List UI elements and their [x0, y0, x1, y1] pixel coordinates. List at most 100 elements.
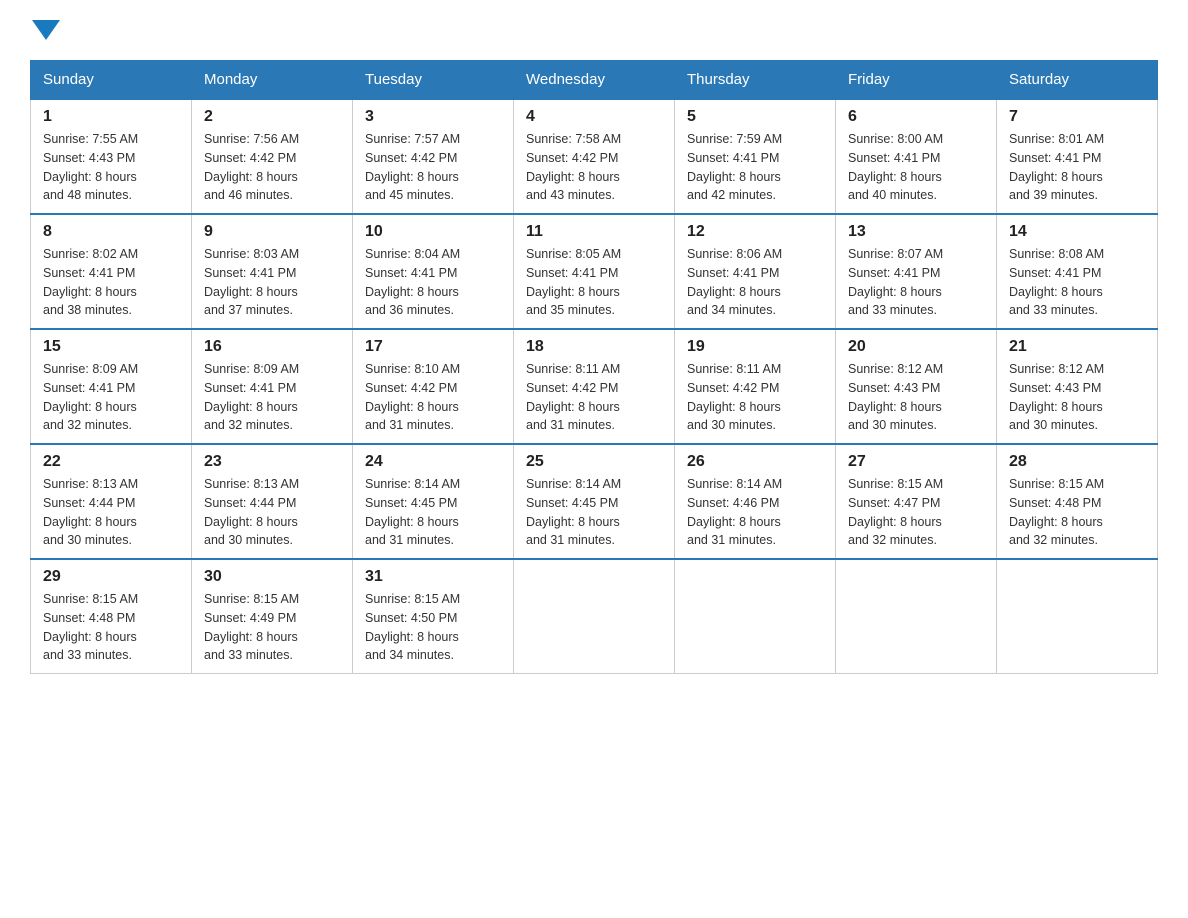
day-info: Sunrise: 8:09 AMSunset: 4:41 PMDaylight:…: [43, 362, 138, 432]
day-number: 22: [43, 453, 179, 471]
header-wednesday: Wednesday: [514, 61, 675, 100]
logo: [30, 20, 62, 40]
day-info: Sunrise: 8:14 AMSunset: 4:45 PMDaylight:…: [365, 477, 460, 547]
day-number: 30: [204, 568, 340, 586]
page-header: [30, 20, 1158, 40]
day-info: Sunrise: 8:15 AMSunset: 4:47 PMDaylight:…: [848, 477, 943, 547]
day-info: Sunrise: 8:14 AMSunset: 4:46 PMDaylight:…: [687, 477, 782, 547]
calendar-cell: 19 Sunrise: 8:11 AMSunset: 4:42 PMDaylig…: [675, 329, 836, 444]
calendar-cell: 12 Sunrise: 8:06 AMSunset: 4:41 PMDaylig…: [675, 214, 836, 329]
day-number: 18: [526, 338, 662, 356]
day-info: Sunrise: 7:57 AMSunset: 4:42 PMDaylight:…: [365, 132, 460, 202]
day-info: Sunrise: 8:00 AMSunset: 4:41 PMDaylight:…: [848, 132, 943, 202]
day-info: Sunrise: 8:11 AMSunset: 4:42 PMDaylight:…: [526, 362, 620, 432]
calendar-cell: 17 Sunrise: 8:10 AMSunset: 4:42 PMDaylig…: [353, 329, 514, 444]
day-number: 7: [1009, 108, 1145, 126]
calendar-cell: 11 Sunrise: 8:05 AMSunset: 4:41 PMDaylig…: [514, 214, 675, 329]
calendar-cell: 23 Sunrise: 8:13 AMSunset: 4:44 PMDaylig…: [192, 444, 353, 559]
day-number: 5: [687, 108, 823, 126]
day-info: Sunrise: 8:11 AMSunset: 4:42 PMDaylight:…: [687, 362, 781, 432]
day-number: 17: [365, 338, 501, 356]
calendar-cell: 29 Sunrise: 8:15 AMSunset: 4:48 PMDaylig…: [31, 559, 192, 674]
day-info: Sunrise: 8:01 AMSunset: 4:41 PMDaylight:…: [1009, 132, 1104, 202]
day-number: 25: [526, 453, 662, 471]
week-row-4: 29 Sunrise: 8:15 AMSunset: 4:48 PMDaylig…: [31, 559, 1158, 674]
calendar-cell: 31 Sunrise: 8:15 AMSunset: 4:50 PMDaylig…: [353, 559, 514, 674]
calendar-cell: 6 Sunrise: 8:00 AMSunset: 4:41 PMDayligh…: [836, 99, 997, 214]
day-number: 9: [204, 223, 340, 241]
calendar-cell: 1 Sunrise: 7:55 AMSunset: 4:43 PMDayligh…: [31, 99, 192, 214]
day-number: 28: [1009, 453, 1145, 471]
calendar-table: Sunday Monday Tuesday Wednesday Thursday…: [30, 60, 1158, 674]
day-number: 3: [365, 108, 501, 126]
header-friday: Friday: [836, 61, 997, 100]
day-number: 13: [848, 223, 984, 241]
day-number: 20: [848, 338, 984, 356]
day-info: Sunrise: 8:06 AMSunset: 4:41 PMDaylight:…: [687, 247, 782, 317]
day-number: 10: [365, 223, 501, 241]
calendar-cell: 26 Sunrise: 8:14 AMSunset: 4:46 PMDaylig…: [675, 444, 836, 559]
day-info: Sunrise: 8:10 AMSunset: 4:42 PMDaylight:…: [365, 362, 460, 432]
calendar-cell: 10 Sunrise: 8:04 AMSunset: 4:41 PMDaylig…: [353, 214, 514, 329]
day-number: 19: [687, 338, 823, 356]
calendar-cell: 9 Sunrise: 8:03 AMSunset: 4:41 PMDayligh…: [192, 214, 353, 329]
day-number: 21: [1009, 338, 1145, 356]
calendar-cell: 3 Sunrise: 7:57 AMSunset: 4:42 PMDayligh…: [353, 99, 514, 214]
day-number: 8: [43, 223, 179, 241]
calendar-cell: 16 Sunrise: 8:09 AMSunset: 4:41 PMDaylig…: [192, 329, 353, 444]
calendar-cell: 13 Sunrise: 8:07 AMSunset: 4:41 PMDaylig…: [836, 214, 997, 329]
day-info: Sunrise: 8:13 AMSunset: 4:44 PMDaylight:…: [204, 477, 299, 547]
week-row-1: 8 Sunrise: 8:02 AMSunset: 4:41 PMDayligh…: [31, 214, 1158, 329]
day-info: Sunrise: 7:55 AMSunset: 4:43 PMDaylight:…: [43, 132, 138, 202]
day-info: Sunrise: 8:15 AMSunset: 4:49 PMDaylight:…: [204, 592, 299, 662]
day-info: Sunrise: 8:04 AMSunset: 4:41 PMDaylight:…: [365, 247, 460, 317]
day-number: 29: [43, 568, 179, 586]
day-info: Sunrise: 8:13 AMSunset: 4:44 PMDaylight:…: [43, 477, 138, 547]
day-number: 11: [526, 223, 662, 241]
day-info: Sunrise: 8:15 AMSunset: 4:50 PMDaylight:…: [365, 592, 460, 662]
day-number: 16: [204, 338, 340, 356]
calendar-cell: [997, 559, 1158, 674]
calendar-cell: [836, 559, 997, 674]
header-sunday: Sunday: [31, 61, 192, 100]
day-number: 12: [687, 223, 823, 241]
calendar-cell: 14 Sunrise: 8:08 AMSunset: 4:41 PMDaylig…: [997, 214, 1158, 329]
week-row-3: 22 Sunrise: 8:13 AMSunset: 4:44 PMDaylig…: [31, 444, 1158, 559]
day-number: 14: [1009, 223, 1145, 241]
calendar-header: Sunday Monday Tuesday Wednesday Thursday…: [31, 61, 1158, 100]
header-row: Sunday Monday Tuesday Wednesday Thursday…: [31, 61, 1158, 100]
day-number: 15: [43, 338, 179, 356]
calendar-cell: 27 Sunrise: 8:15 AMSunset: 4:47 PMDaylig…: [836, 444, 997, 559]
day-number: 27: [848, 453, 984, 471]
header-tuesday: Tuesday: [353, 61, 514, 100]
calendar-cell: 2 Sunrise: 7:56 AMSunset: 4:42 PMDayligh…: [192, 99, 353, 214]
week-row-0: 1 Sunrise: 7:55 AMSunset: 4:43 PMDayligh…: [31, 99, 1158, 214]
day-info: Sunrise: 8:09 AMSunset: 4:41 PMDaylight:…: [204, 362, 299, 432]
day-info: Sunrise: 8:15 AMSunset: 4:48 PMDaylight:…: [1009, 477, 1104, 547]
day-info: Sunrise: 8:07 AMSunset: 4:41 PMDaylight:…: [848, 247, 943, 317]
day-info: Sunrise: 7:59 AMSunset: 4:41 PMDaylight:…: [687, 132, 782, 202]
calendar-body: 1 Sunrise: 7:55 AMSunset: 4:43 PMDayligh…: [31, 99, 1158, 674]
calendar-cell: 22 Sunrise: 8:13 AMSunset: 4:44 PMDaylig…: [31, 444, 192, 559]
calendar-cell: 30 Sunrise: 8:15 AMSunset: 4:49 PMDaylig…: [192, 559, 353, 674]
day-number: 23: [204, 453, 340, 471]
calendar-cell: [675, 559, 836, 674]
header-saturday: Saturday: [997, 61, 1158, 100]
header-monday: Monday: [192, 61, 353, 100]
day-info: Sunrise: 8:12 AMSunset: 4:43 PMDaylight:…: [1009, 362, 1104, 432]
day-number: 2: [204, 108, 340, 126]
day-info: Sunrise: 8:02 AMSunset: 4:41 PMDaylight:…: [43, 247, 138, 317]
day-number: 26: [687, 453, 823, 471]
calendar-cell: 4 Sunrise: 7:58 AMSunset: 4:42 PMDayligh…: [514, 99, 675, 214]
day-info: Sunrise: 8:15 AMSunset: 4:48 PMDaylight:…: [43, 592, 138, 662]
calendar-cell: 5 Sunrise: 7:59 AMSunset: 4:41 PMDayligh…: [675, 99, 836, 214]
calendar-cell: 18 Sunrise: 8:11 AMSunset: 4:42 PMDaylig…: [514, 329, 675, 444]
day-info: Sunrise: 7:58 AMSunset: 4:42 PMDaylight:…: [526, 132, 621, 202]
day-info: Sunrise: 8:08 AMSunset: 4:41 PMDaylight:…: [1009, 247, 1104, 317]
day-info: Sunrise: 8:14 AMSunset: 4:45 PMDaylight:…: [526, 477, 621, 547]
day-number: 4: [526, 108, 662, 126]
calendar-cell: 20 Sunrise: 8:12 AMSunset: 4:43 PMDaylig…: [836, 329, 997, 444]
calendar-cell: 7 Sunrise: 8:01 AMSunset: 4:41 PMDayligh…: [997, 99, 1158, 214]
calendar-cell: 24 Sunrise: 8:14 AMSunset: 4:45 PMDaylig…: [353, 444, 514, 559]
day-info: Sunrise: 8:03 AMSunset: 4:41 PMDaylight:…: [204, 247, 299, 317]
